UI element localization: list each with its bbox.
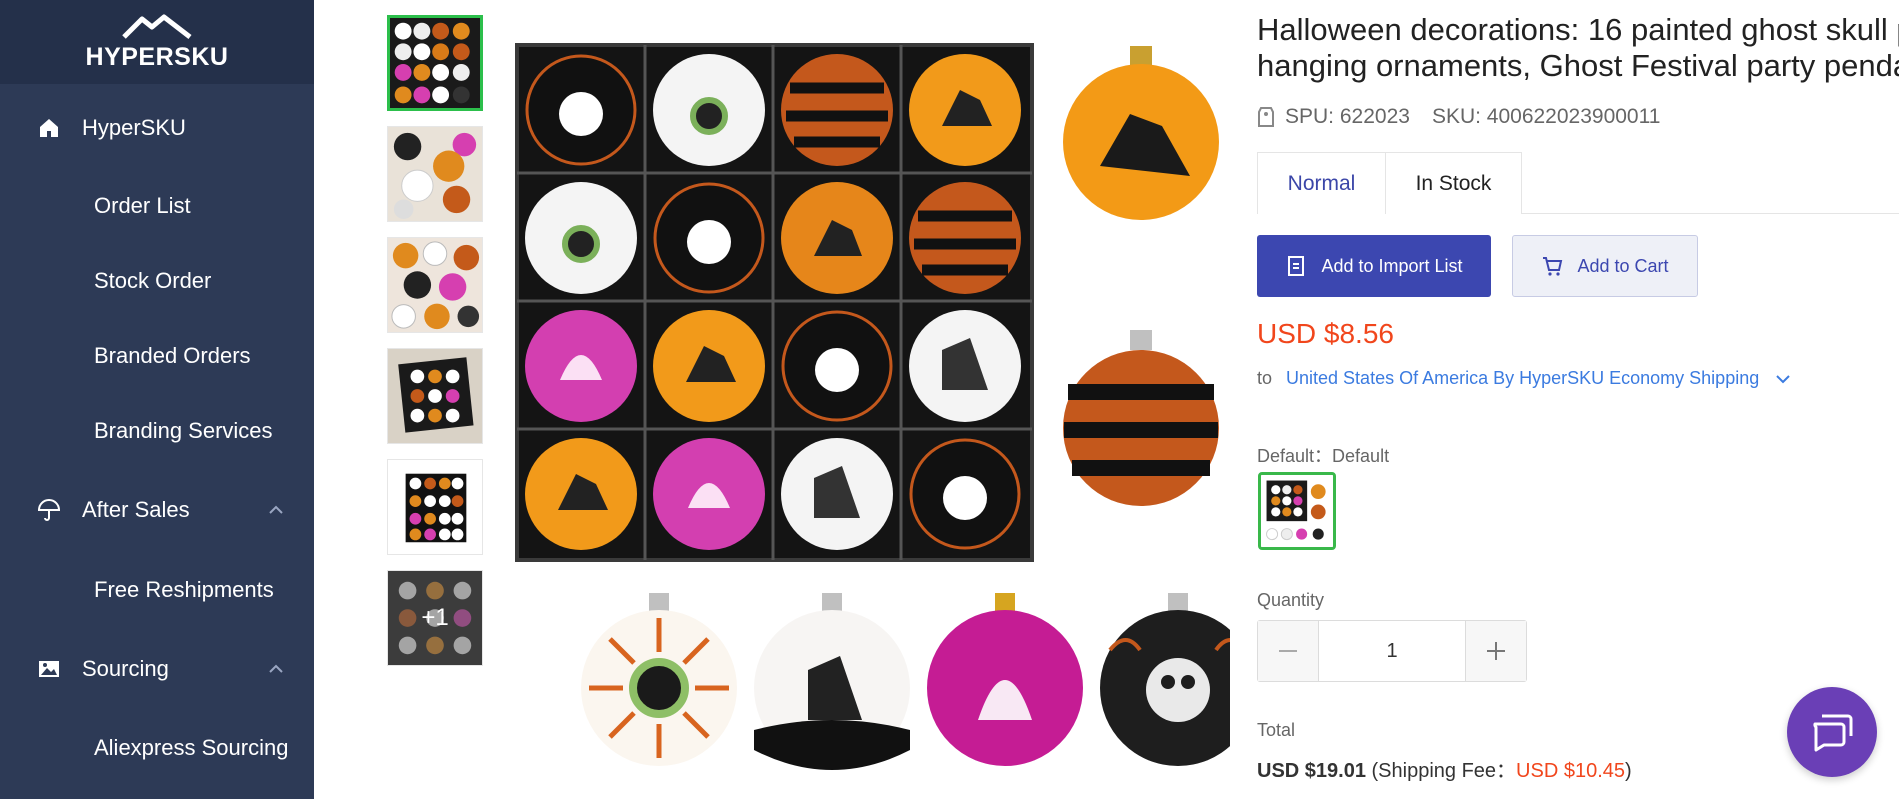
shipping-selector: to United States Of America By HyperSKU … [1257, 368, 1791, 389]
spu-value: SPU: 622023 [1285, 105, 1410, 128]
variant-option-default[interactable] [1258, 472, 1336, 550]
ornament-scene-thumbnail [388, 127, 482, 221]
brand-name: HYPERSKU [85, 42, 229, 71]
sidebar-item-order-list[interactable]: Order List [0, 176, 314, 236]
chevron-up-icon [269, 505, 283, 514]
add-to-import-list-label: Add to Import List [1321, 255, 1463, 276]
thumbnail-2[interactable] [387, 126, 483, 222]
image-icon [36, 656, 62, 682]
logo-mark-icon [122, 14, 192, 39]
product-title-line-1: Halloween decorations: 16 painted ghost … [1257, 12, 1899, 47]
ornament-box-thumbnail [390, 18, 480, 108]
sidebar: HYPERSKU HyperSKU Order List Stock Order… [0, 0, 314, 799]
decrement-button[interactable] [1258, 621, 1318, 681]
tab-normal[interactable]: Normal [1257, 152, 1386, 214]
add-to-import-list-button[interactable]: Add to Import List [1257, 235, 1491, 297]
plus-icon [1487, 642, 1505, 660]
ornament-grid-thumbnail [388, 460, 482, 554]
variant-label: Default：Default [1257, 446, 1390, 466]
shipping-fee-prefix: (Shipping Fee： [1365, 760, 1517, 782]
product-title: Halloween decorations: 16 painted ghost … [1257, 12, 1899, 84]
stock-type-tabs: Normal In Stock [1257, 152, 1899, 214]
thumbnail-6-more[interactable]: +1 [387, 570, 483, 666]
chevron-down-icon[interactable] [1775, 374, 1791, 384]
thumbnail-3[interactable] [387, 237, 483, 333]
sidebar-item-label: Stock Order [94, 268, 212, 293]
umbrella-icon [36, 497, 62, 523]
sidebar-item-label: Branding Services [94, 418, 273, 443]
sku-value: SKU: 400622023900011 [1431, 105, 1661, 128]
add-to-cart-button[interactable]: Add to Cart [1512, 235, 1698, 297]
sidebar-item-label: Aliexpress Sourcing [94, 735, 289, 760]
sidebar-item-free-reshipments[interactable]: Free Reshipments [0, 560, 314, 620]
product-title-line-2: hanging ornaments, Ghost Festival party … [1257, 48, 1899, 83]
main-product-image[interactable] [490, 30, 1230, 770]
thumbnail-4[interactable] [387, 348, 483, 444]
cart-icon [1543, 257, 1563, 276]
home-icon [36, 115, 62, 141]
quantity-stepper: 1 [1257, 620, 1527, 682]
increment-button[interactable] [1466, 621, 1526, 681]
chat-icon [1813, 714, 1853, 752]
ornament-scene-thumbnail [388, 238, 482, 332]
ship-to-label: to [1257, 368, 1273, 388]
sidebar-item-stock-order[interactable]: Stock Order [0, 251, 314, 311]
sidebar-item-branding-services[interactable]: Branding Services [0, 401, 314, 461]
quantity-label: Quantity [1257, 590, 1325, 610]
sidebar-item-after-sales[interactable]: After Sales [0, 480, 314, 540]
sidebar-item-label: Order List [94, 193, 191, 218]
total-summary: USD $19.01 (Shipping Fee：USD $10.45) [1257, 754, 1632, 783]
brand-logo[interactable]: HYPERSKU [0, 0, 314, 84]
ornament-box-thumbnail [388, 349, 482, 443]
add-to-cart-label: Add to Cart [1577, 255, 1669, 276]
thumbnail-1[interactable] [387, 15, 483, 111]
sidebar-item-label: After Sales [82, 497, 190, 522]
sidebar-item-label: Free Reshipments [94, 577, 274, 602]
ornaments-main-picture [490, 30, 1230, 770]
sidebar-item-label: HyperSKU [82, 115, 186, 140]
more-images-badge: +1 [388, 571, 482, 665]
tab-in-stock[interactable]: In Stock [1385, 152, 1522, 214]
thumbnail-5[interactable] [387, 459, 483, 555]
sidebar-item-label: Branded Orders [94, 343, 251, 368]
total-label: Total [1257, 720, 1296, 740]
sidebar-item-label: Sourcing [82, 656, 169, 681]
chevron-up-icon [269, 664, 283, 673]
chat-support-button[interactable] [1787, 687, 1877, 777]
shipping-fee-value: USD $10.45 [1516, 760, 1626, 782]
sidebar-item-hypersku[interactable]: HyperSKU [0, 98, 314, 158]
product-identifiers: SPU: 622023 SKU: 400622023900011 [1257, 105, 1660, 129]
sidebar-item-sourcing[interactable]: Sourcing [0, 639, 314, 699]
quantity-input[interactable]: 1 [1318, 621, 1466, 681]
document-icon [1288, 256, 1305, 276]
total-value: USD $19.01 [1257, 760, 1366, 782]
tag-icon [1258, 107, 1274, 127]
shipping-method-dropdown[interactable]: United States Of America By HyperSKU Eco… [1286, 368, 1759, 389]
product-price: USD $8.56 [1257, 318, 1394, 349]
sidebar-item-branded-orders[interactable]: Branded Orders [0, 326, 314, 386]
sidebar-item-aliexpress-sourcing[interactable]: Aliexpress Sourcing [0, 718, 314, 778]
variant-thumbnail [1261, 475, 1333, 547]
shipping-fee-suffix: ) [1625, 760, 1632, 782]
minus-icon [1279, 650, 1297, 652]
